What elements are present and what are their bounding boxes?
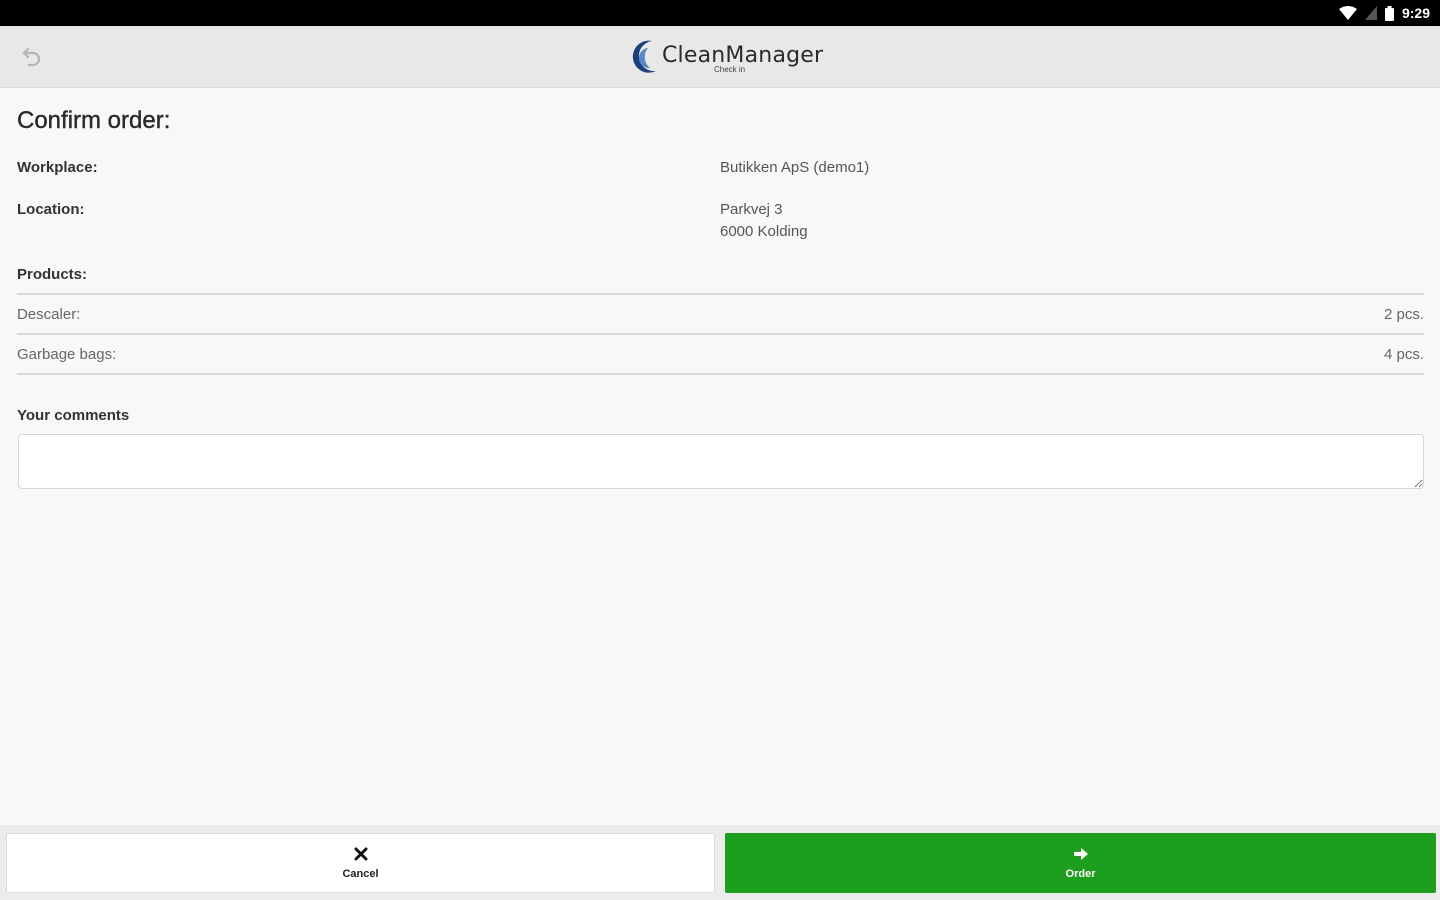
product-quantity: 2 pcs. [1383,305,1424,323]
product-name: Descaler: [17,305,81,323]
status-time: 9:29 [1401,5,1430,21]
signal-icon [1364,6,1377,20]
workplace-label: Workplace: [17,159,98,176]
comments-label: Your comments [17,407,130,424]
arrow-right-icon [1073,846,1089,864]
page-title: Confirm order: [17,107,171,134]
list-item: Descaler: 2 pcs. [17,295,1424,335]
cancel-button[interactable]: Cancel [6,833,715,893]
close-icon [354,846,368,864]
action-bar: Cancel Order [0,825,1440,900]
app-logo: CleanManager Check in [630,36,823,78]
back-button[interactable] [16,42,48,74]
location-value: Parkvej 3 6000 Kolding [720,199,808,243]
wifi-icon [1338,6,1357,20]
workplace-value: Butikken ApS (demo1) [720,159,870,176]
cancel-label: Cancel [342,868,379,880]
product-quantity: 4 pcs. [1383,345,1424,363]
product-name: Garbage bags: [17,345,117,363]
order-label: Order [1065,868,1096,880]
comments-input[interactable] [18,434,1424,489]
products-label: Products: [17,266,88,283]
battery-icon [1384,5,1394,21]
status-bar: 9:29 [0,0,1440,26]
location-city: 6000 Kolding [720,223,808,240]
app-bar: CleanManager Check in [0,26,1440,88]
order-button[interactable]: Order [725,833,1436,893]
logo-text: CleanManager [662,42,824,68]
list-item: Garbage bags: 4 pcs. [17,335,1424,375]
undo-arrow-icon [21,45,43,72]
location-street: Parkvej 3 [720,201,783,218]
cleanmanager-logo-icon [630,38,660,76]
location-label: Location: [17,201,85,218]
logo-subtext: Check in [714,65,746,74]
product-list: Descaler: 2 pcs. Garbage bags: 4 pcs. [17,293,1424,375]
